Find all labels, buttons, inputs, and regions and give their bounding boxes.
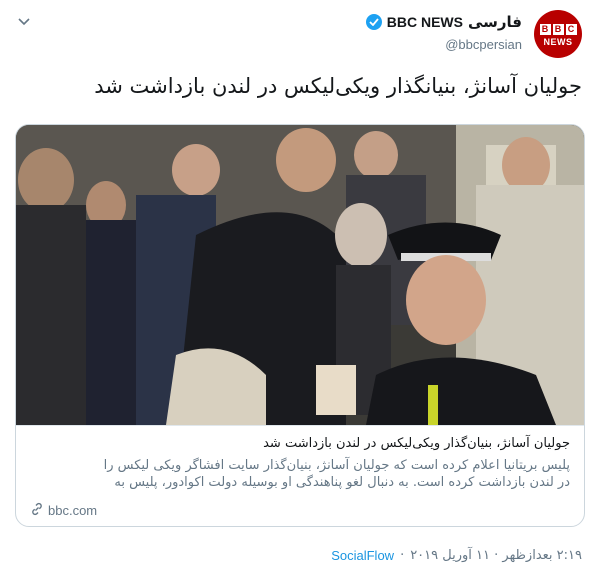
card-domain[interactable]: bbc.com [30,502,97,519]
card-title[interactable]: جولیان آسانژ، بنیان‌گذار ویکی‌لیکس در لن… [263,436,570,451]
chevron-down-icon[interactable] [14,14,34,30]
card-domain-text[interactable]: bbc.com [48,503,97,518]
card-photo[interactable] [16,125,584,425]
tweet-text: جولیان آسانژ، بنیانگذار ویکی‌لیکس در لند… [94,74,582,98]
avatar[interactable]: B B C NEWS [534,10,582,58]
display-name[interactable]: فارسی BBC NEWS [365,12,522,32]
logo-letter: B [539,23,551,35]
verified-badge-icon [365,14,382,30]
bbc-logo: B B C [539,23,577,35]
logo-caption: NEWS [543,36,573,47]
card-body[interactable]: جولیان آسانژ، بنیان‌گذار ویکی‌لیکس در لن… [16,425,584,526]
card-description-line: در لندن بازداشت کرده است. به دنبال لغو پ… [114,475,570,490]
logo-letter: C [565,23,577,35]
link-card[interactable]: جولیان آسانژ، بنیان‌گذار ویکی‌لیکس در لن… [15,124,585,527]
source-link[interactable]: SocialFlow [331,548,394,563]
timestamp[interactable]: ۲:۱۹ بعدازظهر · ۱۱ آوریل ۲۰۱۹ [410,548,582,563]
tweet-meta: SocialFlow · ۲:۱۹ بعدازظهر · ۱۱ آوریل ۲۰… [331,548,582,563]
tweet: B B C NEWS فارسی BBC NEWS @bbcpersian جو… [0,0,598,581]
card-description-line: پلیس بریتانیا اعلام کرده است که جولیان آ… [103,458,570,473]
link-icon [30,502,44,519]
user-handle[interactable]: @bbcpersian [445,37,522,52]
display-name-fa[interactable]: فارسی [468,13,522,31]
display-name-en[interactable]: BBC NEWS [387,14,463,30]
meta-separator: · [400,548,405,563]
logo-letter: B [552,23,564,35]
card-description: پلیس بریتانیا اعلام کرده است که جولیان آ… [30,457,570,491]
